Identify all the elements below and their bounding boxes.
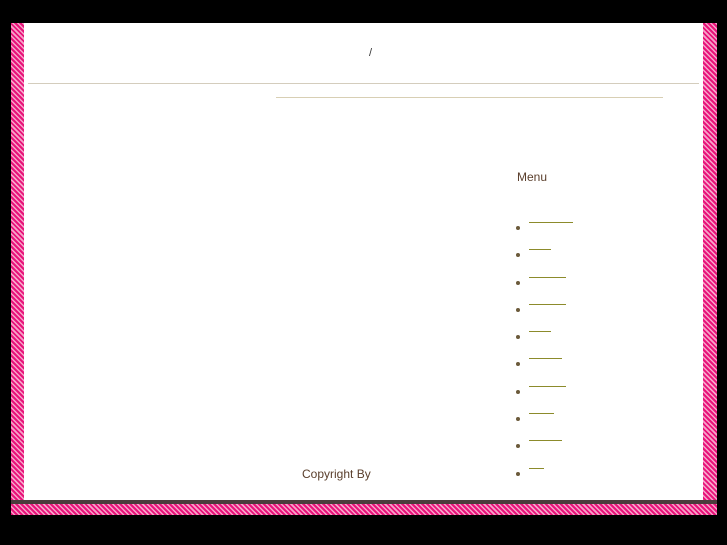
header-divider (28, 83, 699, 84)
bullet-icon (516, 335, 520, 340)
page-container: / Menu Copyright By (24, 23, 703, 500)
bullet-icon (516, 417, 520, 422)
menu-link[interactable] (529, 385, 566, 387)
bullet-icon (516, 362, 520, 367)
menu-link[interactable] (529, 467, 544, 469)
menu-link[interactable] (529, 358, 562, 360)
menu-link[interactable] (529, 440, 562, 442)
page-title: / (369, 47, 373, 59)
menu-item (516, 303, 573, 320)
menu-item (516, 222, 573, 238)
menu-item (516, 276, 573, 293)
copyright-text: Copyright By (302, 467, 371, 481)
menu-item (516, 467, 573, 484)
menu-item (516, 440, 573, 456)
menu-item (516, 413, 573, 429)
bullet-icon (516, 389, 520, 394)
bullet-icon (516, 444, 520, 449)
menu-item (516, 358, 573, 374)
menu-list (516, 211, 573, 484)
bullet-icon (516, 226, 520, 230)
menu-item (516, 385, 573, 402)
menu-item (516, 249, 573, 265)
bullet-icon (516, 307, 520, 312)
menu-link[interactable] (529, 276, 566, 278)
content-divider (276, 97, 663, 98)
menu-link[interactable] (529, 222, 573, 223)
bullet-icon (516, 471, 520, 476)
menu-link[interactable] (529, 303, 566, 305)
bullet-icon (516, 280, 520, 285)
menu-heading: Menu (517, 170, 548, 184)
bullet-icon (516, 253, 520, 258)
menu-item (516, 331, 573, 347)
menu-link[interactable] (529, 249, 551, 251)
menu-link[interactable] (529, 331, 551, 333)
bottom-shadow (11, 500, 717, 504)
menu-link[interactable] (529, 413, 554, 415)
